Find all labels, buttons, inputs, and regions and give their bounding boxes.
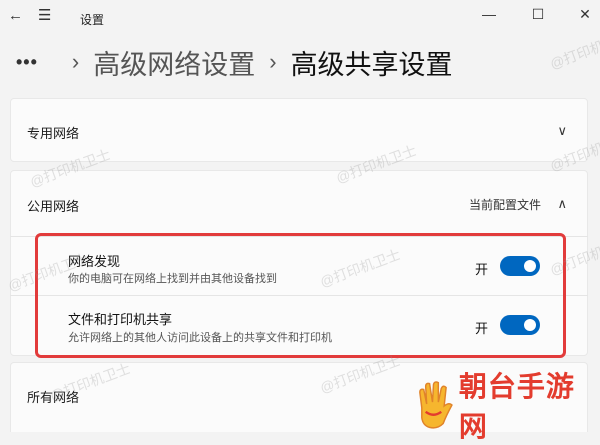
- title-bar: ← ☰ 设置 — ☐ ✕: [0, 0, 600, 36]
- chevron-right-icon: ›: [269, 49, 277, 74]
- public-network-header[interactable]: 公用网络 当前配置文件 ∧: [11, 171, 587, 237]
- hand-logo-icon: [419, 381, 453, 429]
- maximize-icon[interactable]: ☐: [523, 3, 553, 25]
- page-title: 高级共享设置: [290, 49, 453, 80]
- private-network-section[interactable]: 专用网络 ∨: [10, 98, 588, 162]
- breadcrumb-parent-link[interactable]: 高级网络设置: [93, 43, 255, 82]
- back-arrow-icon[interactable]: ←: [8, 6, 23, 26]
- minimize-icon[interactable]: —: [474, 3, 504, 25]
- current-profile-label: 当前配置文件: [468, 198, 541, 212]
- highlight-box: [35, 233, 566, 358]
- brand-text: 朝台手游网: [458, 371, 575, 442]
- app-title: 设置: [80, 13, 105, 27]
- chevron-right-icon: ›: [71, 49, 80, 74]
- breadcrumb: ••• › 高级网络设置 › 高级共享设置: [16, 42, 453, 82]
- brand-logo: 朝台手游网: [414, 371, 600, 442]
- public-network-title: 公用网络: [27, 199, 80, 214]
- breadcrumb-more-icon[interactable]: •••: [16, 52, 38, 73]
- chevron-up-icon[interactable]: ∧: [557, 196, 567, 212]
- chevron-down-icon[interactable]: ∨: [557, 123, 567, 139]
- all-networks-title: 所有网络: [27, 390, 80, 405]
- private-network-title: 专用网络: [27, 126, 80, 141]
- close-icon[interactable]: ✕: [570, 3, 600, 25]
- hamburger-menu-icon[interactable]: ☰: [38, 6, 51, 26]
